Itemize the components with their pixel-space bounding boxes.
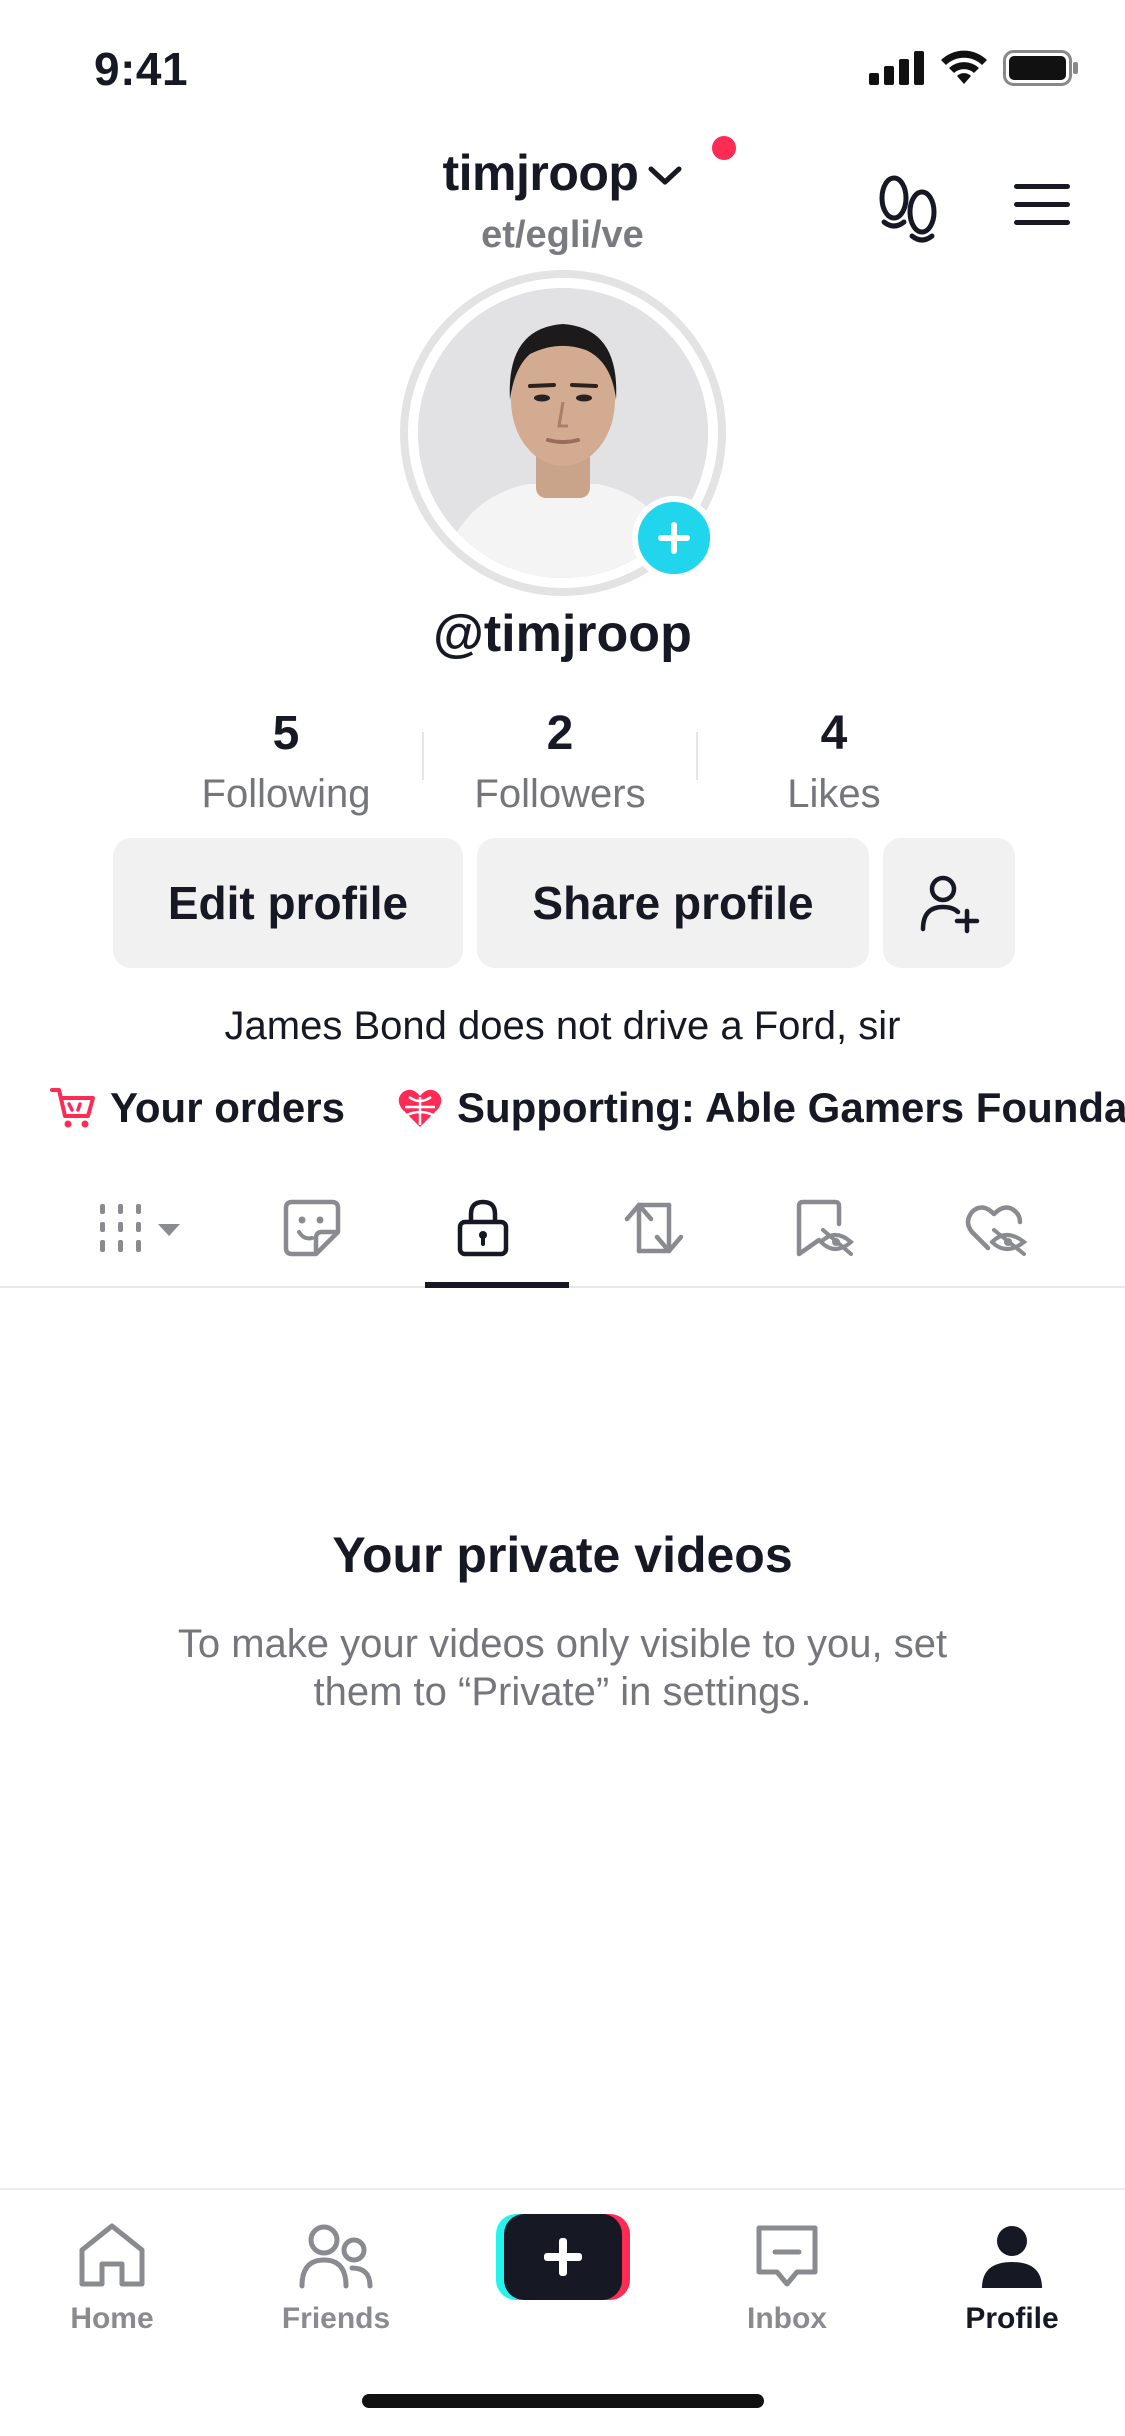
your-orders-label: Your orders [110, 1084, 345, 1131]
tab-private[interactable] [397, 1170, 569, 1288]
nav-friends[interactable]: Friends [246, 2212, 426, 2336]
stat-label: Followers [474, 772, 646, 816]
nav-friends-label: Friends [281, 2302, 391, 2335]
tab-liked[interactable] [910, 1170, 1081, 1286]
wifi-icon [941, 50, 987, 84]
sticker-icon [283, 1199, 340, 1257]
profile-bio: James Bond does not drive a Ford, sir [224, 1004, 901, 1048]
globe-heart-icon [398, 1089, 442, 1127]
edit-profile-button[interactable]: Edit profile [113, 838, 463, 968]
nav-home[interactable]: Home [22, 2212, 202, 2336]
share-profile-button[interactable]: Share profile [477, 838, 869, 968]
favorites-hidden-icon [796, 1199, 854, 1257]
stat-followers[interactable]: 2 Followers [424, 702, 696, 822]
profile-icon [982, 2226, 1042, 2288]
profile-avatar[interactable] [400, 270, 726, 596]
nav-home-label: Home [70, 2302, 154, 2335]
cart-icon [50, 1088, 95, 1128]
home-indicator[interactable] [362, 2394, 764, 2408]
stat-label: Likes [787, 772, 881, 816]
notification-dot [712, 136, 736, 160]
stat-likes[interactable]: 4 Likes [698, 702, 970, 822]
stat-following[interactable]: 5 Following [150, 702, 422, 822]
battery-icon [1003, 50, 1078, 86]
profile-header: timjroop et/egli/ve [0, 132, 1125, 272]
profile-stats: 5 Following 2 Followers 4 Likes [150, 702, 970, 822]
grid-icon [99, 1204, 180, 1252]
menu-icon[interactable] [1012, 174, 1072, 234]
friends-icon [299, 2224, 373, 2289]
empty-state-title: Your private videos [332, 1527, 793, 1583]
stat-label: Following [201, 772, 371, 816]
create-button[interactable] [496, 2214, 630, 2300]
plus-icon [658, 522, 690, 554]
status-bar: 9:41 [0, 0, 1125, 132]
status-time: 9:41 [94, 43, 189, 95]
lock-icon [457, 1199, 508, 1257]
pronouns: et/egli/ve [481, 214, 644, 256]
home-icon [79, 2223, 145, 2287]
profile-links: Your orders Supporting: Able Gamers Foun… [50, 1080, 1125, 1136]
tab-reposts[interactable] [568, 1170, 739, 1286]
nav-inbox[interactable]: Inbox [697, 2212, 877, 2336]
username[interactable]: timjroop [443, 144, 639, 202]
tab-favorites[interactable] [739, 1170, 910, 1286]
profile-actions: Edit profile Share profile [113, 838, 1015, 968]
add-avatar-button[interactable] [632, 496, 716, 580]
liked-hidden-icon [965, 1205, 1027, 1256]
supporting-label: Supporting: Able Gamers Foundati [456, 1084, 1125, 1131]
tab-stickers[interactable] [226, 1170, 397, 1286]
account-switcher[interactable]: timjroop [0, 136, 1125, 202]
add-friend-button[interactable] [883, 838, 1015, 968]
tab-videos[interactable] [55, 1170, 226, 1286]
profile-tabs [0, 1170, 1125, 1288]
nav-profile-label: Profile [965, 2302, 1059, 2335]
your-orders-link[interactable]: Your orders [50, 1084, 345, 1132]
nav-inbox-label: Inbox [747, 2302, 827, 2335]
stat-value: 5 [272, 707, 300, 760]
stat-value: 2 [546, 707, 574, 760]
repost-icon [624, 1202, 683, 1254]
profile-handle: @timjroop [433, 605, 692, 663]
cellular-signal-icon [869, 51, 924, 85]
footprints-icon[interactable] [876, 172, 940, 248]
empty-state-description: To make your videos only visible to you,… [177, 1622, 948, 1714]
supporting-link[interactable]: Supporting: Able Gamers Foundati [397, 1084, 1125, 1132]
stat-value: 4 [820, 707, 848, 760]
chevron-down-icon[interactable] [648, 165, 682, 187]
nav-profile[interactable]: Profile [922, 2212, 1102, 2336]
status-icons [869, 50, 1079, 86]
add-person-icon [920, 875, 980, 934]
inbox-icon [756, 2225, 818, 2287]
